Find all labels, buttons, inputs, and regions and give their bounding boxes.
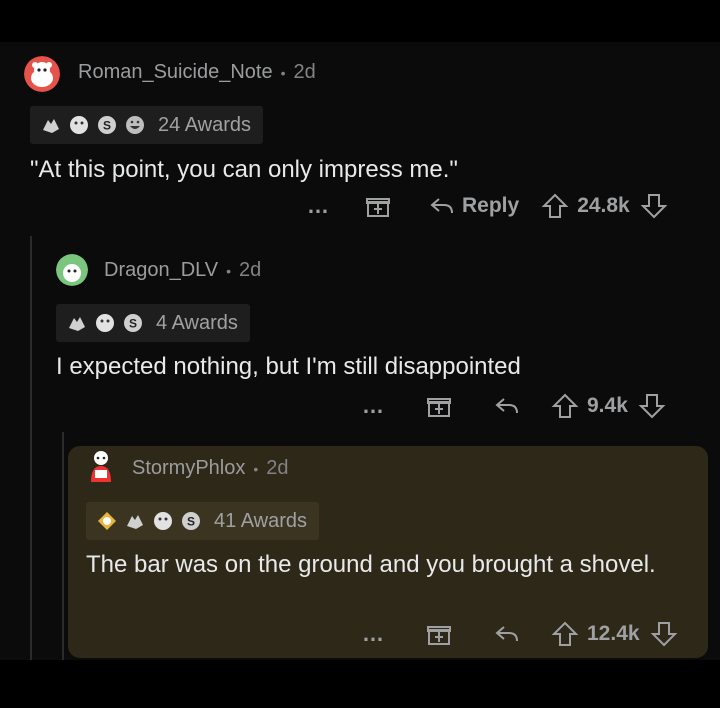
vote-score: 24.8k: [577, 194, 630, 217]
vote-score: 9.4k: [587, 394, 628, 417]
upvote-icon[interactable]: [541, 192, 569, 220]
comment-age: 2d: [239, 259, 262, 281]
thread-line[interactable]: [62, 432, 64, 660]
reply-icon: [430, 198, 453, 214]
avatar[interactable]: [56, 254, 88, 286]
vote-score: 12.4k: [587, 622, 640, 645]
gift-icon[interactable]: [364, 192, 392, 220]
separator-dot: •: [226, 262, 232, 279]
more-options-button[interactable]: …: [307, 193, 330, 219]
awards-bar[interactable]: S 41 Awards: [86, 502, 320, 540]
separator-dot: •: [280, 64, 286, 81]
gift-icon[interactable]: [425, 620, 453, 648]
separator-dot: •: [253, 460, 259, 477]
svg-text:S: S: [129, 317, 137, 331]
svg-text:S: S: [187, 515, 195, 529]
comment-meta: Roman_Suicide_Note • 2d: [78, 61, 316, 84]
reply-label: Reply: [462, 194, 520, 217]
avatar[interactable]: [24, 56, 60, 92]
comment-body: I expected nothing, but I'm still disapp…: [56, 353, 521, 380]
upvote-icon[interactable]: [551, 392, 579, 420]
awards-count: 41 Awards: [214, 509, 308, 532]
comment-body: The bar was on the ground and you brough…: [86, 551, 656, 578]
downvote-icon[interactable]: [640, 192, 668, 220]
gift-icon[interactable]: [425, 392, 453, 420]
award-gold-icon: [98, 512, 116, 530]
comment-body: "At this point, you can only impress me.…: [30, 156, 458, 183]
more-options-button[interactable]: …: [362, 621, 385, 647]
comment-meta: StormyPhlox • 2d: [132, 457, 289, 480]
avatar[interactable]: [86, 448, 116, 484]
comment-actions: … 12.4k: [362, 620, 678, 648]
svg-text:S: S: [103, 119, 111, 133]
award-hands-icon: [43, 119, 59, 133]
award-silver-icon: S: [182, 512, 200, 530]
awards-count: 24 Awards: [158, 113, 252, 136]
comment-age: 2d: [293, 61, 316, 83]
username[interactable]: Dragon_DLV: [104, 259, 218, 282]
awards-bar[interactable]: S 4 Awards: [56, 304, 250, 342]
award-hands-icon: [69, 317, 85, 331]
comment-age: 2d: [266, 457, 289, 479]
award-hands-icon: [127, 515, 143, 529]
award-laugh-icon: [126, 116, 144, 134]
comment-actions: … Reply 24.8k: [307, 192, 668, 220]
award-wholesome-icon: [154, 512, 172, 530]
downvote-icon[interactable]: [650, 620, 678, 648]
reply-icon[interactable]: [493, 620, 521, 648]
upvote-icon[interactable]: [551, 620, 579, 648]
award-silver-icon: S: [124, 314, 142, 332]
downvote-icon[interactable]: [638, 392, 666, 420]
comment-meta: Dragon_DLV • 2d: [104, 259, 261, 282]
award-wholesome-icon: [70, 116, 88, 134]
awards-bar[interactable]: S 24 Awards: [30, 106, 264, 144]
more-options-button[interactable]: …: [362, 393, 385, 419]
thread-line[interactable]: [30, 236, 32, 660]
username[interactable]: Roman_Suicide_Note: [78, 61, 273, 84]
award-wholesome-icon: [96, 314, 114, 332]
awards-count: 4 Awards: [156, 311, 238, 334]
comment-actions: … 9.4k: [362, 392, 666, 420]
username[interactable]: StormyPhlox: [132, 457, 245, 480]
reply-icon[interactable]: [493, 392, 521, 420]
award-silver-icon: S: [98, 116, 116, 134]
reply-button[interactable]: Reply: [428, 192, 519, 220]
